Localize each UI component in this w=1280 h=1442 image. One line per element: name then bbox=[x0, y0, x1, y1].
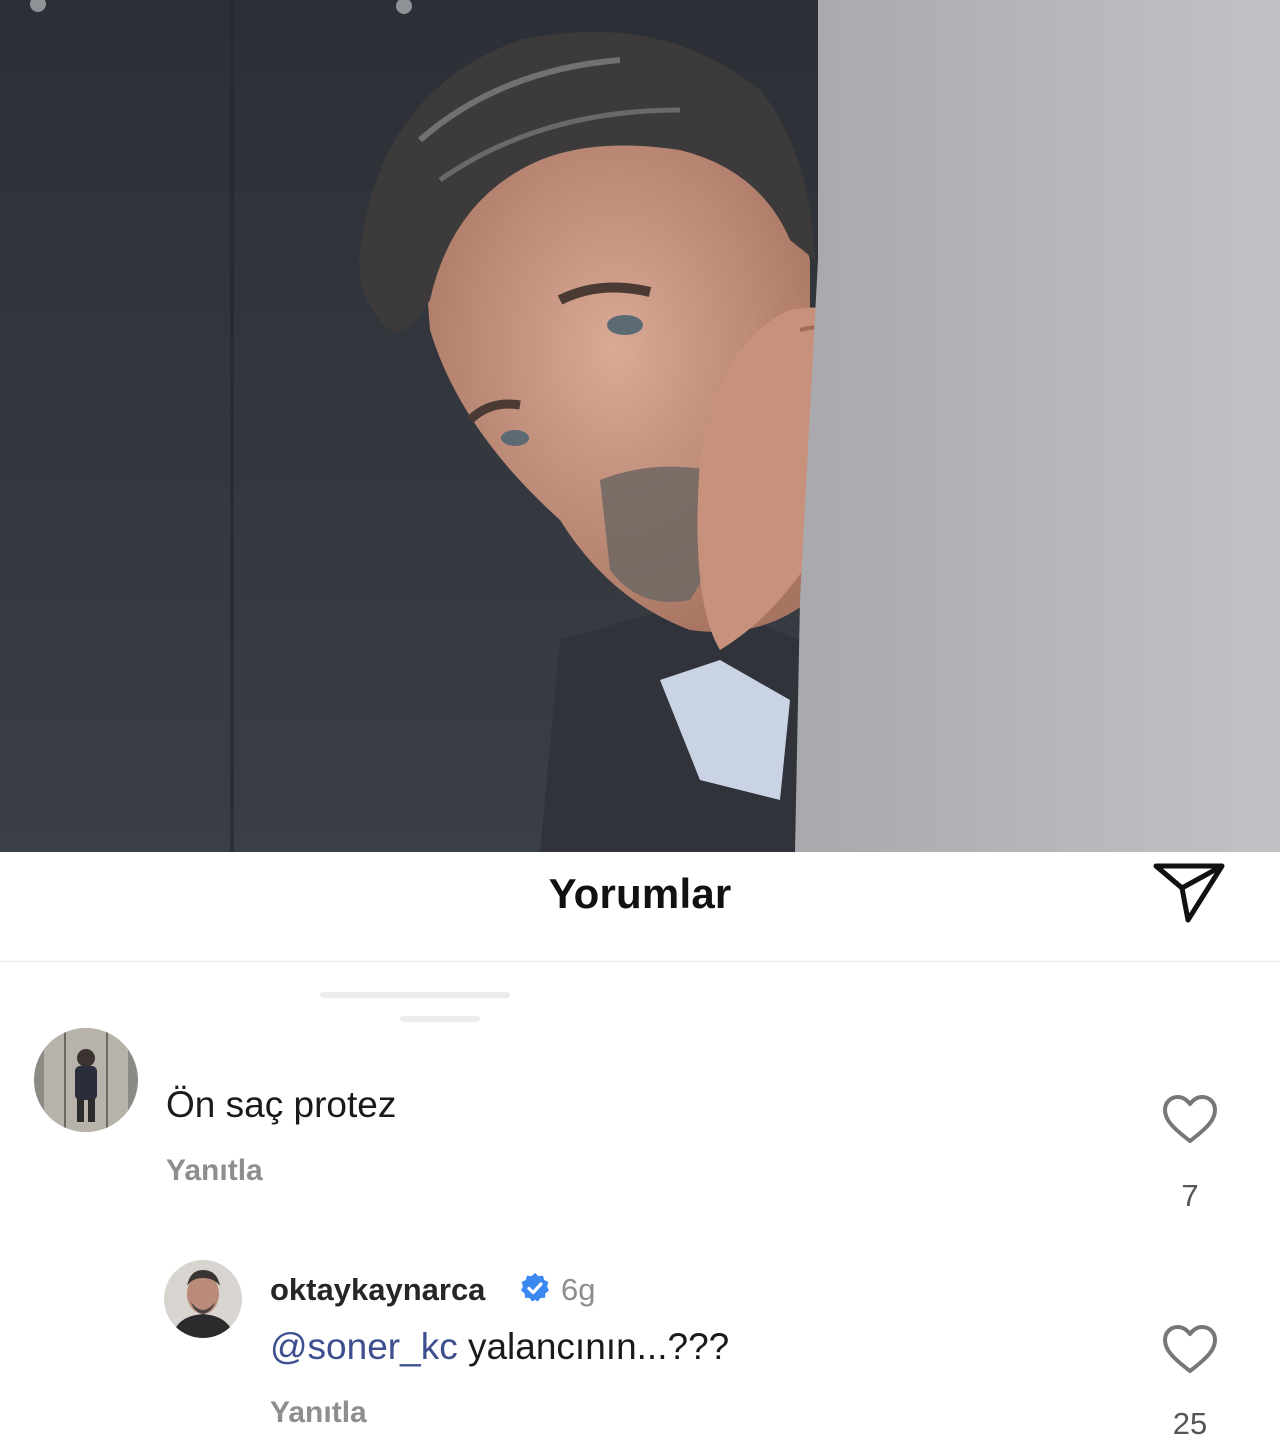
commenter-avatar[interactable] bbox=[34, 1028, 138, 1132]
avatar-image bbox=[164, 1260, 242, 1338]
mention-link[interactable]: @soner_kc bbox=[270, 1326, 458, 1367]
comment-item: Ön saç protez Yanıtla 7 bbox=[0, 1028, 1280, 1218]
avatar-image bbox=[34, 1028, 138, 1132]
comment-body: yalancının...??? bbox=[457, 1326, 730, 1367]
comment-text: @soner_kc yalancının...??? bbox=[270, 1326, 729, 1368]
comment-time: 6g bbox=[561, 1272, 596, 1307]
share-button[interactable] bbox=[1150, 856, 1228, 926]
faded-background-text bbox=[320, 992, 510, 1022]
like-count: 7 bbox=[1181, 1178, 1199, 1213]
post-photo bbox=[0, 0, 1280, 852]
heart-icon bbox=[1163, 1325, 1217, 1373]
reply-comment-item: oktaykaynarca 6g @soner_kc yalancının...… bbox=[0, 1260, 1280, 1441]
reply-button[interactable]: Yanıtla bbox=[166, 1154, 263, 1188]
verified-badge-icon bbox=[519, 1272, 551, 1304]
like-button[interactable] bbox=[1161, 1094, 1219, 1146]
like-button[interactable] bbox=[1161, 1324, 1219, 1376]
comment-username[interactable]: oktaykaynarca bbox=[270, 1272, 485, 1308]
comments-header: Yorumlar bbox=[0, 852, 1280, 962]
paper-plane-icon bbox=[1153, 863, 1225, 923]
comments-title: Yorumlar bbox=[548, 870, 732, 917]
portrait-image bbox=[0, 0, 1280, 852]
heart-icon bbox=[1163, 1095, 1217, 1143]
commenter-avatar[interactable] bbox=[164, 1260, 242, 1338]
like-count: 25 bbox=[1172, 1406, 1208, 1441]
comment-text: Ön saç protez bbox=[166, 1084, 397, 1125]
reply-button[interactable]: Yanıtla bbox=[270, 1396, 367, 1430]
